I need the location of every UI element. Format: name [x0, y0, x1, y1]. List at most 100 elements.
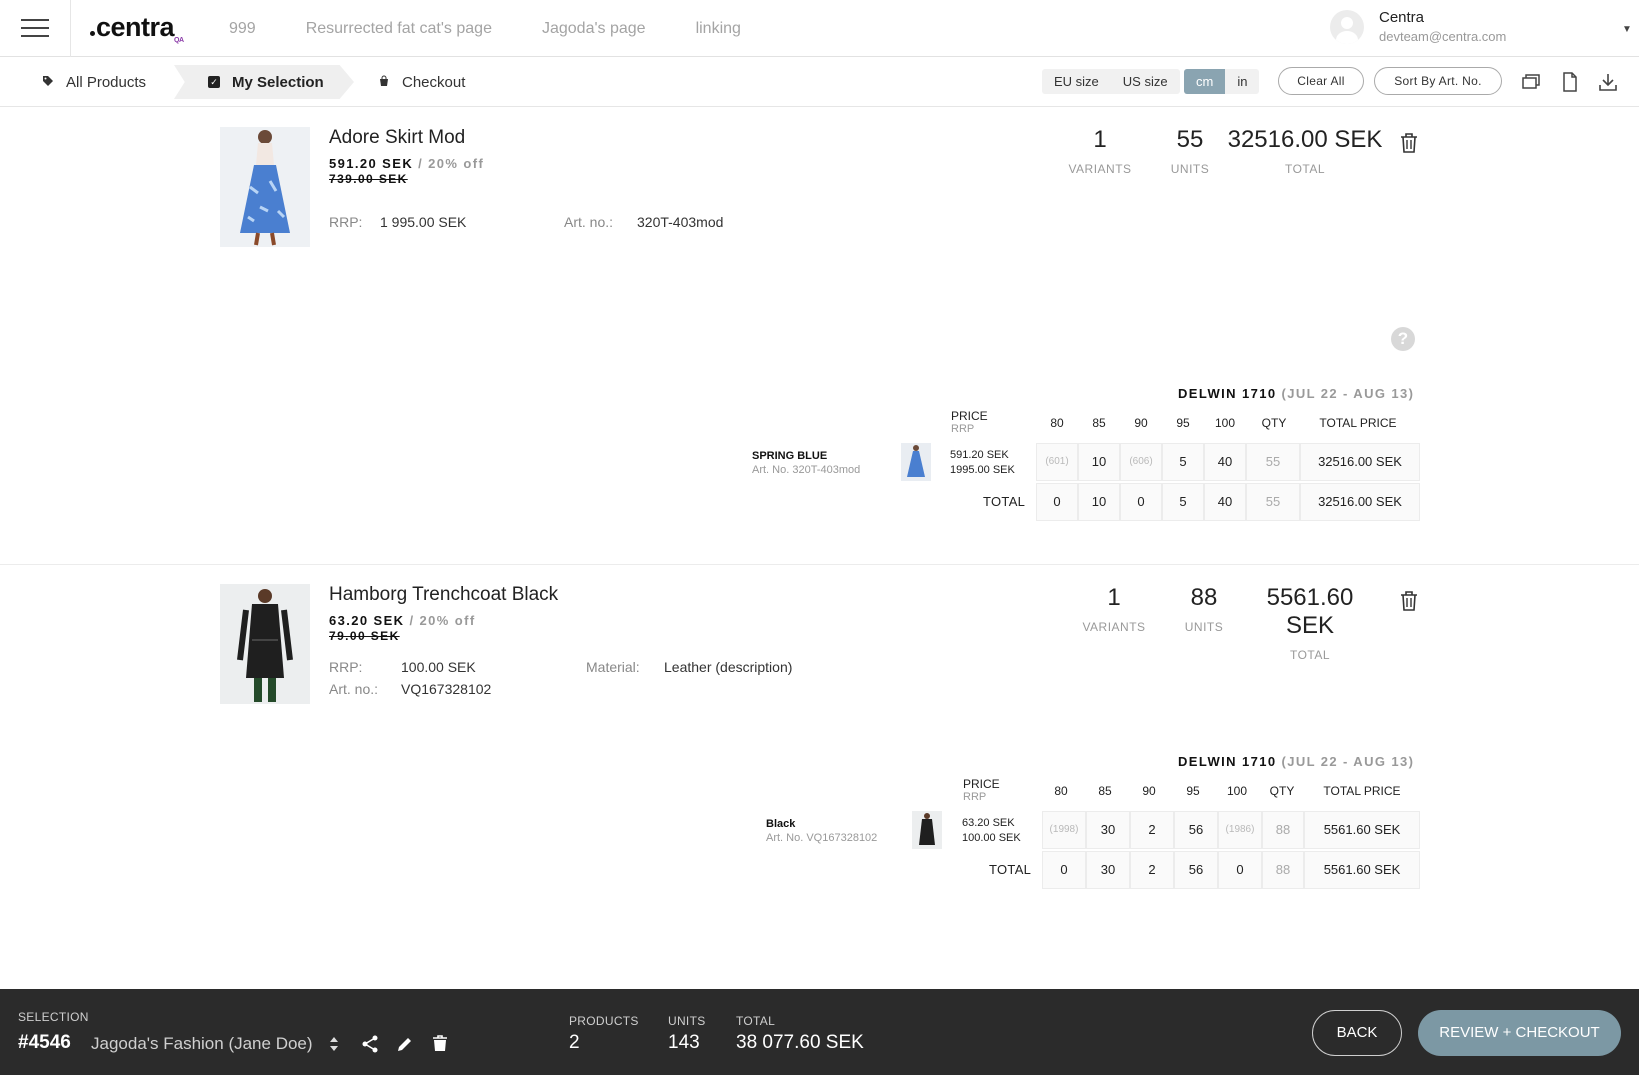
size-cell-input[interactable]: 56 — [1174, 811, 1218, 849]
qty-head: QTY — [1269, 784, 1295, 798]
trash-icon[interactable] — [1399, 132, 1419, 154]
size-head: 95 — [1186, 784, 1200, 798]
nav-link-linking[interactable]: linking — [696, 20, 741, 38]
size-head: 100 — [1226, 784, 1248, 798]
trash-icon[interactable] — [430, 1034, 450, 1054]
variants-count: 1 — [1107, 584, 1121, 611]
download-icon[interactable] — [1597, 71, 1619, 93]
tab-checkout[interactable]: Checkout — [378, 65, 465, 99]
variants-label: VARIANTS — [1068, 162, 1132, 176]
nav-link-resurrected[interactable]: Resurrected fat cat's page — [306, 20, 492, 38]
logo-text: centra — [96, 12, 175, 42]
bag-icon — [378, 75, 390, 90]
tab-my-selection[interactable]: ✓ My Selection — [174, 65, 354, 99]
size-total: 40 — [1204, 483, 1246, 521]
variant-price: 63.20 SEK — [962, 817, 1015, 829]
units-count: 55 — [1176, 126, 1204, 153]
top-navigation: centra QA 999 Resurrected fat cat's page … — [0, 0, 1639, 57]
product-title[interactable]: Adore Skirt Mod — [329, 127, 465, 149]
total-stat: 5561.60 SEK TOTAL — [1240, 584, 1380, 662]
variant-thumbnail — [912, 811, 942, 849]
totals-total: 5561.60 SEK — [1304, 851, 1420, 889]
units-count: 88 — [1190, 584, 1218, 611]
size-total: 5 — [1162, 483, 1204, 521]
sort-arrows-icon[interactable] — [324, 1034, 344, 1054]
nav-link-jagoda[interactable]: Jagoda's page — [542, 20, 646, 38]
share-icon[interactable] — [360, 1034, 380, 1054]
size-head: 90 — [1134, 416, 1148, 430]
help-icon[interactable]: ? — [1391, 327, 1415, 351]
document-icon[interactable] — [1559, 71, 1581, 93]
material-label: Material: — [586, 659, 640, 675]
nav-link-999[interactable]: 999 — [229, 20, 256, 38]
logo[interactable]: centra QA — [90, 12, 184, 44]
size-cell-input[interactable]: (1998) — [1042, 811, 1086, 849]
size-cell-input[interactable]: 30 — [1086, 811, 1130, 849]
product-title[interactable]: Hamborg Trenchcoat Black — [329, 584, 558, 606]
size-system-toggle: EU size US size — [1042, 69, 1180, 94]
units-stat: 88 UNITS — [1174, 584, 1234, 634]
row-total: 32516.00 SEK — [1300, 443, 1420, 481]
units-label: UNITS — [668, 1014, 706, 1028]
variant-price: 591.20 SEK — [950, 449, 1009, 461]
chevron-down-icon[interactable]: ▼ — [1622, 24, 1632, 35]
variant-name: Black — [766, 818, 796, 830]
original-price: 79.00 SEK — [329, 629, 400, 643]
size-head: 80 — [1054, 784, 1068, 798]
products-label: PRODUCTS — [569, 1014, 639, 1028]
selection-name[interactable]: Jagoda's Fashion (Jane Doe) — [91, 1034, 313, 1054]
rrp-head: RRP — [963, 791, 987, 803]
size-cell-input[interactable]: (1986) — [1218, 811, 1262, 849]
duplicate-icon[interactable] — [1520, 71, 1542, 93]
variant-rrp: 1995.00 SEK — [950, 464, 1015, 476]
size-cell-input[interactable]: (606) — [1120, 443, 1162, 481]
tab-all-products-label: All Products — [66, 73, 147, 91]
review-checkout-button[interactable]: REVIEW + CHECKOUT — [1418, 1010, 1621, 1056]
total-amount: 32516.00 SEK — [1227, 126, 1383, 153]
totals-qty: 55 — [1246, 483, 1300, 521]
size-head: 85 — [1098, 784, 1112, 798]
variant-thumbnail — [901, 443, 931, 481]
size-total: 0 — [1042, 851, 1086, 889]
size-cell-input[interactable]: 40 — [1204, 443, 1246, 481]
variants-count: 1 — [1093, 126, 1107, 153]
clear-all-button[interactable]: Clear All — [1278, 67, 1364, 95]
us-size-option[interactable]: US size — [1111, 69, 1180, 94]
product-image[interactable] — [220, 127, 310, 247]
back-button[interactable]: BACK — [1312, 1010, 1402, 1056]
total-amount: 38 077.60 SEK — [736, 1032, 864, 1053]
logo-sub: QA — [174, 37, 184, 44]
variant-name: SPRING BLUE — [752, 450, 828, 462]
size-cell-input[interactable]: 5 — [1162, 443, 1204, 481]
products-count: 2 — [569, 1032, 580, 1053]
totals-total: 32516.00 SEK — [1300, 483, 1420, 521]
size-head: 95 — [1176, 416, 1190, 430]
variant-art-no: Art. No. VQ167328102 — [766, 832, 878, 844]
total-amount: 5561.60 SEK — [1266, 584, 1354, 639]
menu-icon[interactable] — [0, 0, 71, 57]
unit-toggle: cm in — [1184, 69, 1260, 94]
sort-button[interactable]: Sort By Art. No. — [1374, 67, 1502, 95]
size-cell-input[interactable]: 2 — [1130, 811, 1174, 849]
row-qty: 55 — [1246, 443, 1300, 481]
selection-label: SELECTION — [18, 1010, 89, 1024]
total-stat: 32516.00 SEK TOTAL — [1225, 126, 1385, 176]
in-option[interactable]: in — [1225, 69, 1259, 94]
trash-icon[interactable] — [1399, 590, 1419, 612]
tab-checkout-label: Checkout — [402, 73, 466, 91]
size-cell-input[interactable]: 10 — [1078, 443, 1120, 481]
user-menu[interactable]: Centra devteam@centra.com — [1330, 9, 1506, 44]
product-image[interactable] — [220, 584, 310, 704]
size-total: 56 — [1174, 851, 1218, 889]
eu-size-option[interactable]: EU size — [1042, 69, 1111, 94]
total-price-head: TOTAL PRICE — [1323, 784, 1401, 798]
tab-all-products[interactable]: All Products — [42, 65, 146, 99]
rrp-label: RRP: — [329, 659, 363, 675]
cm-option[interactable]: cm — [1184, 69, 1226, 94]
size-head: 90 — [1142, 784, 1156, 798]
size-cell-input[interactable]: (601) — [1036, 443, 1078, 481]
pencil-icon[interactable] — [395, 1034, 415, 1054]
selection-number: #4546 — [18, 1032, 71, 1053]
price-head: PRICE — [963, 777, 1000, 791]
rrp-label: RRP: — [329, 214, 363, 230]
